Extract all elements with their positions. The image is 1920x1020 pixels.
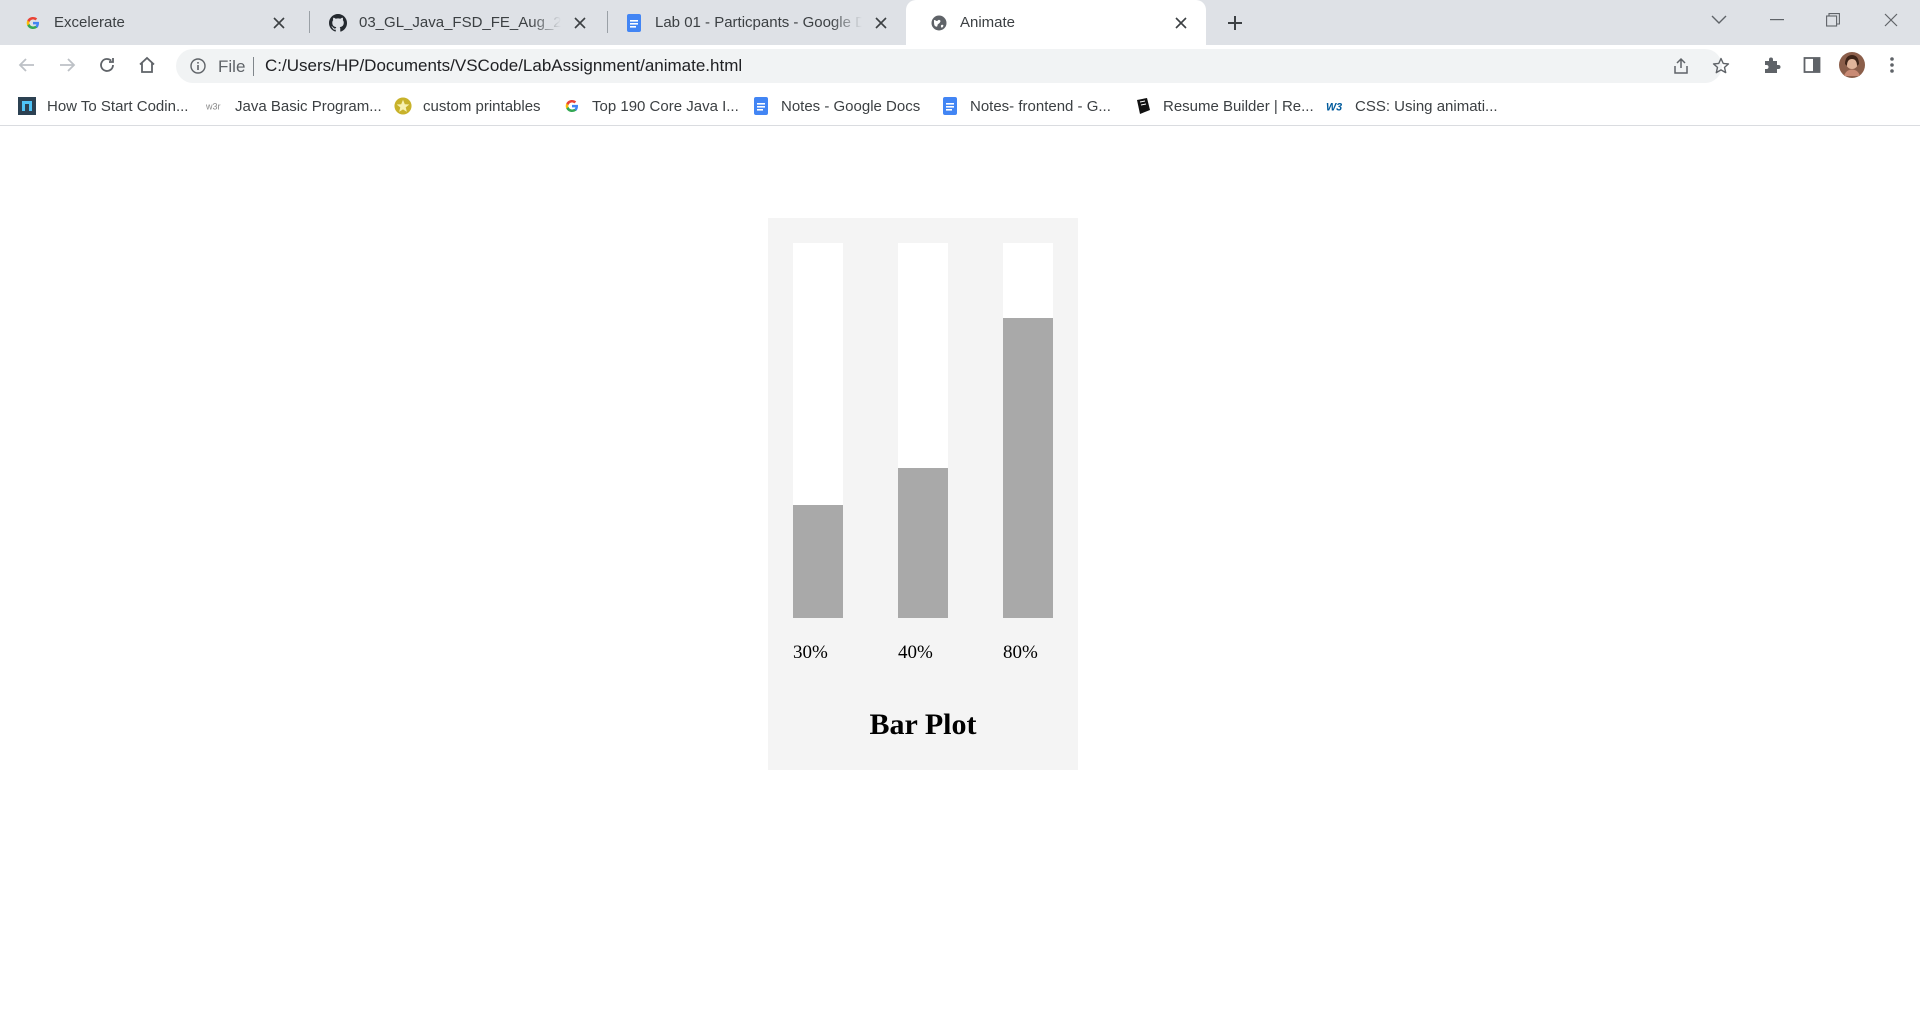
bookmark-label: Notes- frontend - G... bbox=[970, 97, 1111, 115]
info-icon[interactable] bbox=[188, 56, 208, 76]
bookmark-label: CSS: Using animati... bbox=[1355, 97, 1498, 115]
bookmark-item[interactable]: Resume Builder | Re... bbox=[1134, 94, 1314, 118]
bar bbox=[793, 505, 843, 618]
profile-avatar[interactable] bbox=[1837, 50, 1867, 80]
close-tab-icon[interactable] bbox=[1170, 12, 1192, 34]
bookmark-star-icon[interactable] bbox=[1710, 55, 1732, 77]
side-panel-button[interactable] bbox=[1797, 50, 1827, 80]
browser-menu-button[interactable] bbox=[1877, 50, 1907, 80]
github-icon bbox=[329, 13, 347, 32]
back-button[interactable] bbox=[12, 50, 42, 80]
back-arrow-icon bbox=[18, 58, 34, 72]
resume-builder-icon bbox=[1134, 97, 1152, 115]
bookmark-item[interactable]: How To Start Codin... bbox=[18, 94, 188, 118]
bookmark-label: Resume Builder | Re... bbox=[1163, 97, 1314, 115]
bookmark-item[interactable]: Notes- frontend - G... bbox=[941, 94, 1111, 118]
bookmark-label: Top 190 Core Java I... bbox=[592, 97, 739, 115]
forward-arrow-icon bbox=[60, 58, 76, 72]
chevron-down-icon bbox=[1711, 15, 1727, 24]
tab-github[interactable]: 03_GL_Java_FSD_FE_Aug_2022_Pa bbox=[305, 0, 605, 45]
w3r-icon: w3r bbox=[206, 97, 224, 115]
printables-icon bbox=[394, 97, 412, 115]
bookmark-item[interactable]: custom printables bbox=[394, 94, 541, 118]
minimize-button[interactable] bbox=[1752, 0, 1802, 40]
avatar-icon bbox=[1839, 52, 1865, 78]
restore-icon bbox=[1826, 13, 1840, 27]
close-tab-icon[interactable] bbox=[870, 12, 892, 34]
extensions-button[interactable] bbox=[1757, 50, 1787, 80]
chart-title: Bar Plot bbox=[869, 708, 977, 741]
tab-search-button[interactable] bbox=[1694, 0, 1744, 40]
bar bbox=[1003, 318, 1053, 618]
bar-track bbox=[1003, 243, 1053, 618]
reload-button[interactable] bbox=[92, 50, 122, 80]
side-panel-icon bbox=[1803, 57, 1821, 73]
bar bbox=[898, 468, 948, 618]
svg-text:W3: W3 bbox=[1326, 102, 1342, 114]
omnibox-divider bbox=[253, 57, 254, 76]
plus-icon bbox=[1228, 16, 1242, 30]
bar-track bbox=[793, 243, 843, 618]
bookmark-item[interactable]: W3 CSS: Using animati... bbox=[1326, 94, 1498, 118]
google-docs-icon bbox=[941, 97, 959, 115]
new-tab-button[interactable] bbox=[1221, 9, 1249, 37]
tab-lab01-docs[interactable]: Lab 01 - Particpants - Google Docs bbox=[601, 0, 906, 45]
google-docs-icon bbox=[625, 13, 643, 32]
tab-strip: Excelerate 03_GL_Java_FSD_FE_Aug_2022_Pa… bbox=[0, 0, 1920, 45]
restore-button[interactable] bbox=[1808, 0, 1858, 40]
bookmark-item[interactable]: w3r Java Basic Program... bbox=[206, 94, 382, 118]
address-bar[interactable]: File C:/Users/HP/Documents/VSCode/LabAss… bbox=[176, 49, 1730, 83]
w3c-icon: W3 bbox=[1326, 97, 1344, 115]
tab-title: Lab 01 - Particpants - Google Docs bbox=[655, 14, 862, 31]
close-tab-icon[interactable] bbox=[569, 12, 591, 34]
bar-value-label: 30% bbox=[793, 642, 828, 663]
bookmark-item[interactable]: Notes - Google Docs bbox=[752, 94, 920, 118]
bookmark-item[interactable]: Top 190 Core Java I... bbox=[563, 94, 739, 118]
svg-text:w3r: w3r bbox=[206, 102, 221, 112]
bar-value-label: 40% bbox=[898, 642, 933, 663]
home-button[interactable] bbox=[132, 50, 162, 80]
bookmark-label: Notes - Google Docs bbox=[781, 97, 921, 115]
globe-icon bbox=[930, 14, 948, 32]
tab-animate[interactable]: Animate bbox=[906, 0, 1206, 45]
bookmark-label: How To Start Codin... bbox=[47, 97, 189, 115]
reload-icon bbox=[100, 58, 114, 72]
puzzle-piece-icon bbox=[1765, 57, 1781, 73]
close-window-button[interactable] bbox=[1866, 0, 1916, 40]
google-g-icon bbox=[563, 97, 581, 115]
bar-plot-panel: Bar Plot 30% 40% 80% bbox=[768, 218, 1078, 770]
browser-toolbar: File C:/Users/HP/Documents/VSCode/LabAss… bbox=[0, 45, 1920, 86]
tab-excelerate[interactable]: Excelerate bbox=[0, 0, 304, 45]
close-icon bbox=[1884, 13, 1898, 27]
url-scheme-label: File bbox=[218, 57, 246, 76]
tab-title: 03_GL_Java_FSD_FE_Aug_2022_Pa bbox=[359, 14, 561, 31]
url-text[interactable]: C:/Users/HP/Documents/VSCode/LabAssignme… bbox=[265, 56, 742, 76]
bar-track bbox=[898, 243, 948, 618]
codingal-icon bbox=[18, 97, 36, 115]
share-icon[interactable] bbox=[1670, 55, 1692, 77]
google-docs-icon bbox=[752, 97, 770, 115]
more-vertical-icon bbox=[1890, 57, 1894, 73]
forward-button[interactable] bbox=[52, 50, 82, 80]
tab-title: Excelerate bbox=[54, 14, 125, 31]
minimize-icon bbox=[1770, 19, 1784, 21]
bookmarks-bar: How To Start Codin... w3r Java Basic Pro… bbox=[0, 86, 1920, 126]
bar-value-label: 80% bbox=[1003, 642, 1038, 663]
bookmark-label: custom printables bbox=[423, 97, 541, 115]
tab-title: Animate bbox=[960, 14, 1016, 31]
google-g-icon bbox=[24, 14, 42, 32]
bookmark-label: Java Basic Program... bbox=[235, 97, 382, 115]
close-tab-icon[interactable] bbox=[268, 12, 290, 34]
home-icon bbox=[139, 56, 155, 73]
